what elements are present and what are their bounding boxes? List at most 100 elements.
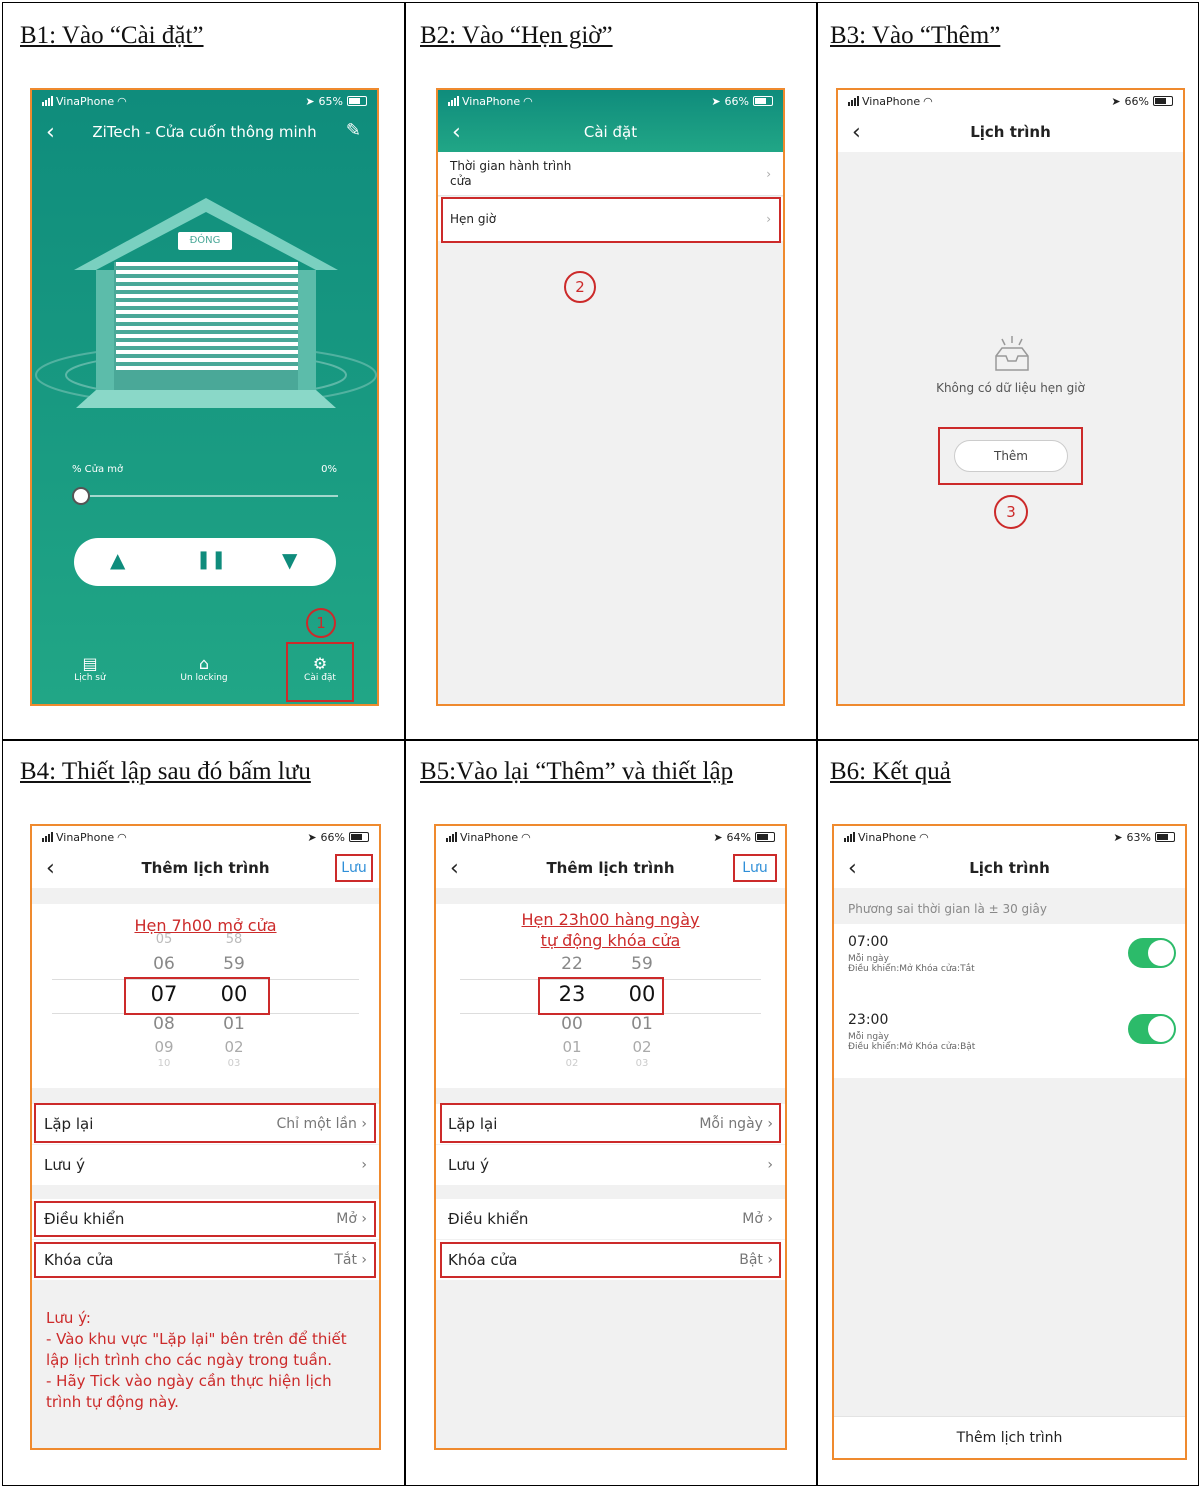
note-line: Lưu ý: xyxy=(46,1309,91,1327)
minute-option[interactable]: 01 xyxy=(612,1014,672,1034)
battery-icon xyxy=(1155,832,1175,842)
battery-percent: 66% xyxy=(320,830,345,844)
back-icon[interactable]: ‹ xyxy=(46,120,55,145)
back-icon[interactable]: ‹ xyxy=(848,856,857,881)
note-row[interactable]: Lưu ý › xyxy=(32,1145,379,1185)
hour-option[interactable]: 10 xyxy=(134,1058,194,1069)
step-marker: 2 xyxy=(564,271,596,303)
highlight-box xyxy=(124,977,270,1015)
back-icon[interactable]: ‹ xyxy=(852,120,861,145)
annotation-line: tự động khóa cửa xyxy=(540,931,681,950)
screenshot-b3: VinaPhone ◠ ➤ 66% ‹ Lịch trình Không có dữ… xyxy=(836,88,1185,706)
column-divider xyxy=(404,2,406,1486)
highlight-box xyxy=(286,642,354,702)
step-caption-b4: B4: Thiết lập sau đó bấm lưu xyxy=(20,758,311,785)
step-caption-b1: B1: Vào “Cài đặt” xyxy=(20,22,204,49)
minute-option[interactable]: 02 xyxy=(204,1038,264,1056)
status-bar: VinaPhone ◠ ➤ 64% xyxy=(436,826,785,848)
step-marker: 3 xyxy=(994,495,1028,529)
minute-option[interactable]: 02 xyxy=(612,1038,672,1056)
time-picker[interactable]: 05 06 07 08 09 10 58 59 00 01 02 03 Hẹn … xyxy=(32,904,379,1088)
highlight-box xyxy=(938,427,1083,485)
signal-icon xyxy=(42,832,53,842)
battery-icon xyxy=(753,96,773,106)
carrier-label: VinaPhone xyxy=(862,94,921,108)
unlock-icon: ⌂ xyxy=(198,654,210,673)
pause-icon[interactable]: ❚❚ xyxy=(196,549,226,570)
minute-option[interactable]: 01 xyxy=(204,1014,264,1034)
variance-note: Phương sai thời gian là ± 30 giây xyxy=(848,902,1047,916)
schedule-detail: Điều khiển:Mở Khóa cửa:Tắt xyxy=(848,964,975,974)
back-icon[interactable]: ‹ xyxy=(46,856,55,881)
save-button[interactable]: Lưu xyxy=(335,854,373,882)
garage-illustration xyxy=(35,198,377,408)
page-title: Thêm lịch trình xyxy=(141,859,270,877)
item-label: Thời gian hành trình cửa xyxy=(450,158,572,188)
battery-icon xyxy=(1153,96,1173,106)
edit-icon[interactable]: ✎ xyxy=(346,120,361,141)
save-button[interactable]: Lưu xyxy=(733,854,777,882)
signal-icon xyxy=(848,96,859,106)
row-label: Điều khiển xyxy=(448,1210,529,1228)
back-icon[interactable]: ‹ xyxy=(452,120,461,145)
back-icon[interactable]: ‹ xyxy=(450,856,459,881)
carrier-label: VinaPhone xyxy=(56,94,115,108)
tab-history[interactable]: ▤ Lịch sử xyxy=(60,654,120,683)
battery-icon xyxy=(347,96,367,106)
row-label: Lưu ý xyxy=(44,1156,86,1174)
page-title: Cài đặt xyxy=(583,123,638,141)
down-arrow-icon[interactable]: ▼ xyxy=(282,548,297,572)
open-percent-value: 0% xyxy=(321,464,337,475)
minute-option[interactable]: 03 xyxy=(612,1058,672,1069)
header: VinaPhone ◠ ➤ 66% ‹ Cài đặt xyxy=(438,90,783,152)
location-icon: ➤ xyxy=(711,94,721,108)
step-caption-b3: B3: Vào “Thêm” xyxy=(830,22,1001,49)
location-icon: ➤ xyxy=(307,830,317,844)
door-status-badge: ĐÓNG xyxy=(178,232,232,250)
minute-option[interactable]: 59 xyxy=(204,954,264,974)
note-row[interactable]: Lưu ý › xyxy=(436,1145,785,1185)
control-row[interactable]: Điều khiển Mở › xyxy=(436,1199,785,1239)
add-schedule-button[interactable]: Thêm lịch trình xyxy=(834,1416,1185,1458)
hour-option[interactable]: 00 xyxy=(542,1014,602,1034)
location-icon: ➤ xyxy=(713,830,723,844)
chevron-right-icon: › xyxy=(766,166,771,181)
hour-option[interactable]: 06 xyxy=(134,954,194,974)
schedule-toggle[interactable] xyxy=(1128,1014,1176,1044)
chevron-right-icon: › xyxy=(767,1157,773,1173)
note-line: - Vào khu vực "Lặp lại" bên trên để thiế… xyxy=(46,1330,347,1348)
location-icon: ➤ xyxy=(1111,94,1121,108)
row-label: Lưu ý xyxy=(448,1156,490,1174)
carrier-label: VinaPhone xyxy=(460,830,519,844)
open-slider-track[interactable] xyxy=(76,495,338,497)
nav-bar: ‹ Cài đặt xyxy=(438,112,783,152)
status-bar: VinaPhone ◠ ➤ 65% xyxy=(32,90,377,112)
nav-bar: ‹ Thêm lịch trình xyxy=(32,848,379,888)
time-picker[interactable]: 22 23 00 01 02 59 00 01 02 03 Hẹn 23h00 … xyxy=(436,904,785,1088)
hour-option[interactable]: 09 xyxy=(134,1038,194,1056)
hour-option[interactable]: 22 xyxy=(542,954,602,974)
screenshot-b2: VinaPhone ◠ ➤ 66% ‹ Cài đặt Thời gian hành… xyxy=(436,88,785,706)
tab-unlocking[interactable]: ⌂ Un locking xyxy=(174,654,234,683)
minute-option[interactable]: 59 xyxy=(612,954,672,974)
settings-item-travel-time[interactable]: Thời gian hành trình cửa › xyxy=(438,152,783,196)
open-slider-thumb[interactable] xyxy=(72,487,90,505)
up-arrow-icon[interactable]: ▲ xyxy=(110,548,125,572)
signal-icon xyxy=(446,832,457,842)
status-bar: VinaPhone ◠ ➤ 66% xyxy=(438,90,783,112)
carrier-label: VinaPhone xyxy=(858,830,917,844)
battery-percent: 66% xyxy=(1124,94,1149,108)
schedule-detail: Điều khiển:Mở Khóa cửa:Bật xyxy=(848,1042,976,1052)
page-title: Thêm lịch trình xyxy=(546,859,675,877)
battery-icon xyxy=(755,832,775,842)
chevron-right-icon: › xyxy=(767,1211,773,1227)
wifi-icon: ◠ xyxy=(923,94,933,108)
hour-option[interactable]: 02 xyxy=(542,1058,602,1069)
status-bar: VinaPhone ◠ ➤ 63% xyxy=(834,826,1185,848)
schedule-details: Mỗi ngày Điều khiển:Mở Khóa cửa:Bật xyxy=(848,1032,975,1052)
schedule-toggle[interactable] xyxy=(1128,938,1176,968)
status-bar: VinaPhone ◠ ➤ 66% xyxy=(32,826,379,848)
minute-option[interactable]: 03 xyxy=(204,1058,264,1069)
hour-option[interactable]: 08 xyxy=(134,1014,194,1034)
hour-option[interactable]: 01 xyxy=(542,1038,602,1056)
